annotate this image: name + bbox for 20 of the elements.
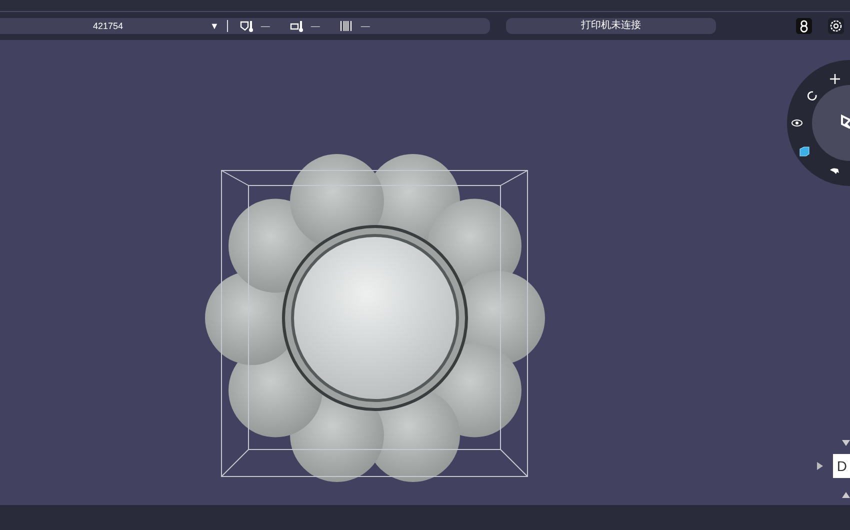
reading-value: —: [360, 21, 370, 31]
arrow-icon[interactable]: [842, 440, 850, 446]
view-cube[interactable]: D: [832, 454, 850, 478]
eye-icon: [792, 120, 802, 126]
user-icon[interactable]: [796, 18, 812, 34]
arrow-icon[interactable]: [842, 492, 850, 498]
bed-thermometer-icon: [290, 20, 303, 32]
move-icon: [830, 74, 840, 84]
printer-select[interactable]: 421754 ▼ — — —: [0, 18, 490, 34]
printer-status: 打印机未连接: [506, 18, 716, 34]
cube-icon: [800, 146, 810, 156]
rotate-icon: [807, 91, 817, 101]
slice-icon: [841, 114, 850, 129]
nozzle-thermometer-icon: [240, 20, 253, 32]
caret-icon: ▼: [210, 21, 219, 31]
reading-value: —: [310, 21, 320, 31]
settings-icon[interactable]: [828, 18, 844, 34]
arrow-icon[interactable]: [816, 462, 823, 470]
filament-icon: [340, 20, 353, 32]
reading-value: —: [260, 21, 270, 31]
